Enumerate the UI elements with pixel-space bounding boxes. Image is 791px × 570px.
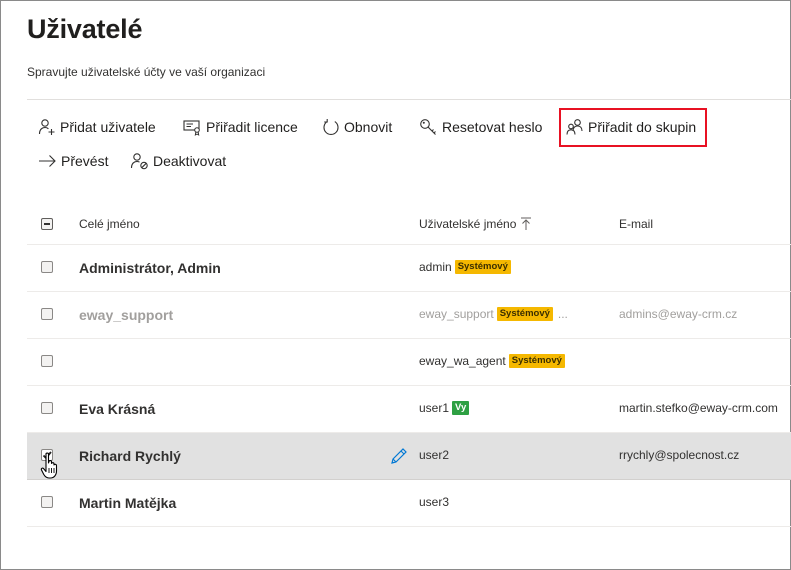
- table-row[interactable]: Martin Matějka user3: [27, 480, 791, 527]
- row-username-cell: user1 Vy: [419, 401, 470, 415]
- deactivate-user-icon: [130, 153, 148, 170]
- table-row[interactable]: eway_wa_agent Systémový: [27, 339, 791, 386]
- select-all-checkbox[interactable]: [41, 212, 53, 236]
- edit-pencil-icon[interactable]: [389, 446, 409, 466]
- deactivate-label: Deaktivovat: [153, 153, 227, 169]
- row-checkbox[interactable]: [41, 402, 53, 414]
- row-username-cell: user2: [419, 448, 449, 462]
- column-header-email[interactable]: E-mail: [619, 212, 653, 236]
- reset-password-button[interactable]: Resetovat heslo: [419, 115, 542, 139]
- row-email: rrychly@spolecnost.cz: [619, 448, 740, 462]
- partial-check-icon: [41, 218, 53, 230]
- key-icon: [420, 119, 436, 135]
- refresh-label: Obnovit: [344, 119, 393, 135]
- row-checkbox[interactable]: [41, 355, 53, 367]
- assign-license-label: Přiřadit licence: [206, 119, 298, 135]
- transfer-label: Převést: [61, 153, 109, 169]
- row-username: eway_wa_agent: [419, 354, 506, 368]
- table-row[interactable]: eway_support eway_support Systémový ... …: [27, 292, 791, 339]
- row-username-cell: eway_support Systémový ...: [419, 307, 568, 321]
- row-checkbox[interactable]: [41, 308, 53, 320]
- row-checkbox[interactable]: [41, 496, 53, 508]
- table-row[interactable]: Eva Krásná user1 Vy martin.stefko@eway-c…: [27, 386, 791, 433]
- assign-license-button[interactable]: Přiřadit licence: [183, 115, 298, 139]
- refresh-icon: [323, 119, 339, 135]
- column-header-name[interactable]: Celé jméno: [79, 212, 140, 236]
- add-user-icon: [38, 119, 55, 135]
- row-full-name: Administrátor, Admin: [79, 260, 221, 276]
- column-header-username-label: Uživatelské jméno: [419, 217, 517, 231]
- row-username-cell: admin Systémový: [419, 260, 511, 274]
- row-full-name: Richard Rychlý: [79, 448, 181, 464]
- sort-ascending-icon: [521, 217, 532, 230]
- row-email: martin.stefko@eway-crm.com: [619, 401, 778, 415]
- header-divider: [27, 99, 791, 100]
- page-subtitle: Spravujte uživatelské účty ve vaší organ…: [27, 65, 266, 79]
- group-icon: [566, 119, 583, 135]
- row-username: admin: [419, 260, 452, 274]
- page-title: Uživatelé: [27, 14, 143, 44]
- system-badge: Systémový: [496, 307, 553, 321]
- row-username: user1: [419, 401, 450, 415]
- reset-password-label: Resetovat heslo: [442, 119, 543, 135]
- refresh-button[interactable]: Obnovit: [322, 115, 392, 139]
- add-user-button[interactable]: Přidat uživatele: [38, 115, 156, 139]
- row-username: user2: [419, 448, 450, 462]
- you-badge: Vy: [452, 401, 470, 415]
- system-badge: Systémový: [508, 354, 565, 368]
- row-full-name: eway_support: [79, 307, 174, 323]
- row-username-cell: user3: [419, 495, 449, 509]
- row-username-cell: eway_wa_agent Systémový: [419, 354, 565, 368]
- column-header-username[interactable]: Uživatelské jméno: [419, 212, 532, 236]
- row-username: user3: [419, 495, 450, 509]
- row-full-name: Martin Matějka: [79, 495, 177, 511]
- row-full-name: Eva Krásná: [79, 401, 156, 417]
- row-email: admins@eway-crm.cz: [619, 307, 738, 321]
- add-user-label: Přidat uživatele: [60, 119, 156, 135]
- arrow-right-icon: [39, 155, 56, 167]
- row-username: eway_support: [419, 307, 494, 321]
- assign-license-icon: [183, 120, 200, 136]
- row-checkbox[interactable]: [41, 261, 53, 273]
- hand-cursor-icon: [40, 452, 58, 479]
- table-row[interactable]: Administrátor, Admin admin Systémový: [27, 245, 791, 292]
- table-row-selected[interactable]: Richard Rychlý user2 rrychly@spolecnost.…: [27, 433, 791, 480]
- assign-to-groups-label: Přiřadit do skupin: [588, 119, 697, 135]
- transfer-button[interactable]: Převést: [38, 149, 108, 173]
- more-badges-ellipsis: ...: [557, 307, 568, 321]
- assign-to-groups-button[interactable]: Přiřadit do skupin: [566, 115, 696, 139]
- deactivate-button[interactable]: Deaktivovat: [130, 149, 226, 173]
- system-badge: Systémový: [454, 260, 511, 274]
